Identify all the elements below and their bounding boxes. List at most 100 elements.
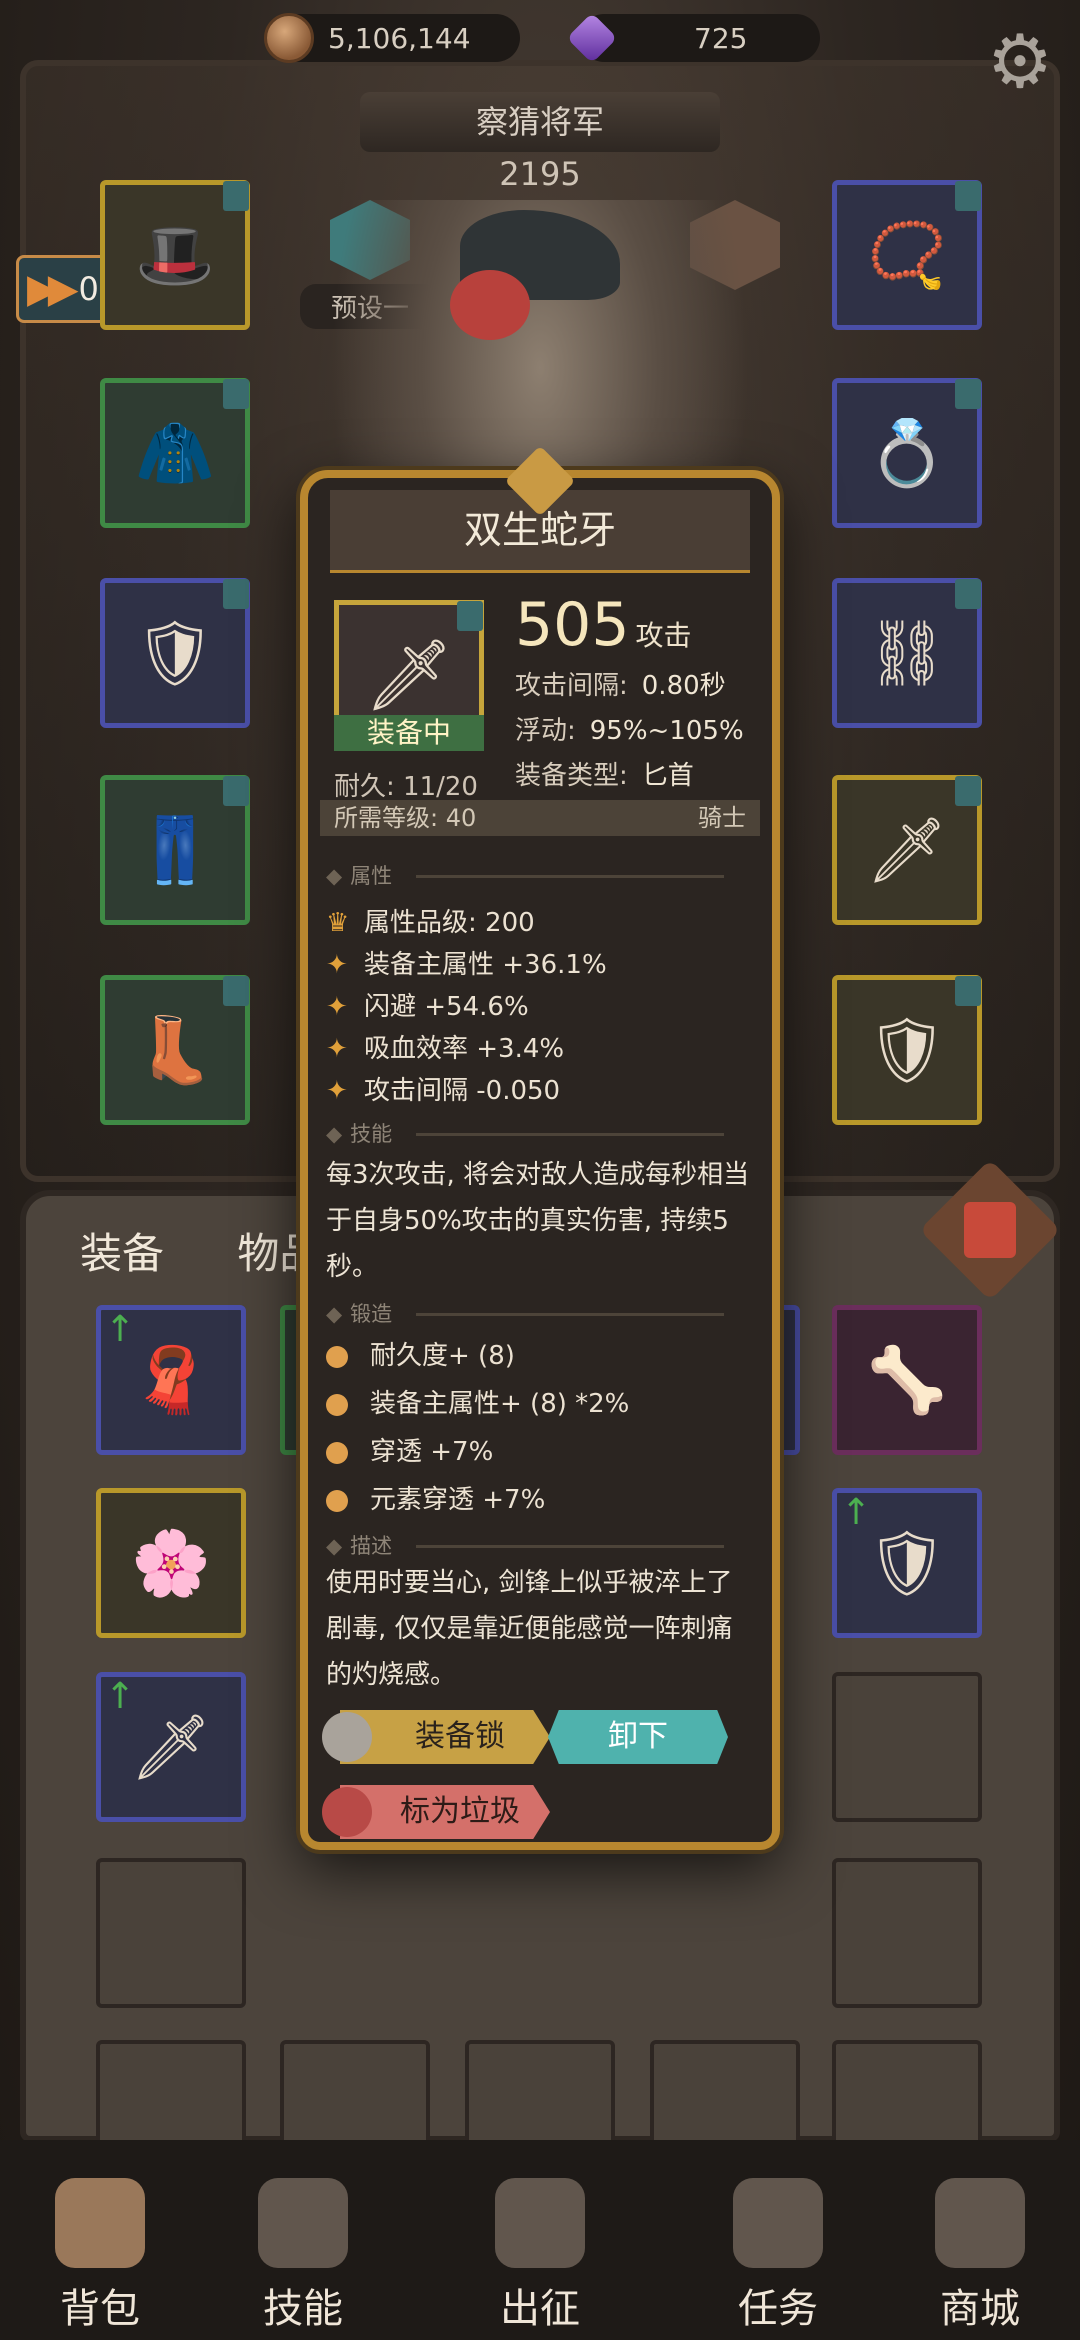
lock-icon — [322, 1712, 372, 1762]
gem-counter: 725 — [566, 12, 820, 64]
top-bar: 5,106,144 725 ⚙ — [0, 8, 1080, 102]
forge-row: 装备主属性+ (8) *2% — [326, 1383, 629, 1420]
equip-slot-armor[interactable]: 🧥 — [100, 378, 250, 528]
forge-row: 元素穿透 +7% — [326, 1479, 545, 1516]
pauldron-icon: 🛡 — [866, 1526, 948, 1601]
tier-badge — [955, 379, 981, 409]
equip-slot-ring[interactable]: 💍 — [832, 378, 982, 528]
stat-label: 攻击间隔: — [515, 671, 628, 701]
section-skill: 技能 — [326, 1118, 754, 1148]
item-detail-popup: 双生蛇牙 🗡 装备中 耐久: 11/20 505 攻击 攻击间隔: 0.80秒 浮动… — [300, 470, 780, 1850]
tier-badge — [955, 181, 981, 211]
tier-badge — [955, 776, 981, 806]
junk-bag-icon — [322, 1787, 372, 1837]
necklace-icon: 📿 — [867, 218, 947, 293]
crown-icon: ♛ — [326, 908, 350, 938]
attack-value: 505 — [515, 590, 630, 660]
coin-icon — [264, 13, 314, 63]
stat-value: 0.80秒 — [641, 671, 726, 701]
section-forge: 锻造 — [326, 1298, 754, 1328]
nav-skills[interactable]: 技能 — [228, 2178, 378, 2340]
inventory-slot[interactable]: 🌸 — [96, 1488, 246, 1638]
inventory-slot-empty[interactable] — [96, 1858, 246, 2008]
sparkle-icon: ✦ — [326, 1034, 348, 1064]
fast-forward-icon: ▶▶ — [27, 266, 78, 312]
forge-text: 装备主属性+ (8) *2% — [370, 1389, 630, 1419]
sword-icon: 🗡 — [130, 1710, 212, 1785]
attribute-text: 闪避 +54.6% — [364, 992, 529, 1022]
required-level: 所需等级: 40 — [334, 804, 477, 832]
equip-slot-belt[interactable]: ⛓ — [832, 578, 982, 728]
tier-badge — [223, 579, 249, 609]
helmet-icon: 🎩 — [135, 218, 215, 293]
shop-icon — [935, 2178, 1025, 2268]
skill-description: 每3次攻击, 将会对敌人造成每秒相当于自身50%攻击的真实伤害, 持续5秒。 — [326, 1160, 750, 1282]
nav-quests[interactable]: 任务 — [703, 2178, 853, 2340]
upgrade-arrow-icon: ↑ — [105, 1309, 136, 1350]
inventory-slot[interactable]: ↑ 🛡 — [832, 1488, 982, 1638]
equip-slot-weapon[interactable]: 🗡 — [832, 775, 982, 925]
coin-counter: 5,106,144 — [264, 13, 520, 63]
nav-label: 任务 — [738, 2286, 818, 2332]
stat-attack-interval: 攻击间隔: 0.80秒 — [515, 665, 726, 702]
attribute-row: ✦ 攻击间隔 -0.050 — [326, 1070, 560, 1107]
quest-icon — [733, 2178, 823, 2268]
chain-icon: ⛓ — [866, 616, 948, 691]
forge-text: 元素穿透 +7% — [370, 1485, 546, 1515]
equip-slot-offhand[interactable]: 🛡 — [832, 975, 982, 1125]
attribute-row: ✦ 装备主属性 +36.1% — [326, 944, 607, 981]
equip-slot-necklace[interactable]: 📿 — [832, 180, 982, 330]
stat-label: 装备类型: — [515, 761, 628, 791]
equip-slot-pants[interactable]: 👖 — [100, 775, 250, 925]
forge-row: 穿透 +7% — [326, 1431, 493, 1468]
nav-expedition[interactable]: 出征 — [465, 2178, 615, 2340]
requirement-bar: 所需等级: 40 骑士 — [320, 800, 760, 836]
inventory-slot[interactable]: 🦴 — [832, 1305, 982, 1455]
sparkle-icon: ✦ — [326, 1076, 348, 1106]
attack-label: 攻击 — [635, 619, 692, 652]
forge-row: 耐久度+ (8) — [326, 1335, 515, 1372]
unequip-button[interactable]: 卸下 — [548, 1710, 728, 1764]
dagger-icon: 🗡 — [866, 813, 948, 888]
equip-slot-boots[interactable]: 👢 — [100, 975, 250, 1125]
power-value: 2195 — [499, 155, 581, 193]
section-description: 描述 — [326, 1530, 754, 1560]
flavor-text: 使用时要当心, 剑锋上似乎被淬上了剧毒, 仅仅是靠近便能感觉一阵刺痛的灼烧感。 — [326, 1568, 733, 1690]
twin-dagger-icon: 🗡 — [364, 633, 454, 716]
attribute-text: 攻击间隔 -0.050 — [364, 1076, 561, 1106]
character-title: 察猜将军 — [360, 92, 720, 152]
tab-equipment[interactable]: 装备 — [80, 1229, 164, 1278]
equip-slot-gloves[interactable]: 🛡 — [100, 578, 250, 728]
section-attributes: 属性 — [326, 860, 754, 890]
attack-stat: 505 攻击 — [515, 590, 692, 660]
inventory-slot-empty[interactable] — [832, 1858, 982, 2008]
attribute-row: ✦ 吸血效率 +3.4% — [326, 1028, 564, 1065]
tier-badge — [223, 976, 249, 1006]
nav-backpack[interactable]: 背包 — [25, 2178, 175, 2340]
inventory-slot-empty[interactable] — [832, 1672, 982, 1822]
stat-label: 浮动: — [515, 716, 576, 746]
upgrade-arrow-icon: ↑ — [841, 1492, 872, 1533]
shield-icon: 🛡 — [866, 1013, 948, 1088]
inventory-slot[interactable]: ↑ 🗡 — [96, 1672, 246, 1822]
ring-icon: 💍 — [867, 416, 947, 491]
stat-value: 匕首 — [641, 761, 694, 791]
required-class: 骑士 — [698, 804, 746, 832]
attribute-row: ✦ 闪避 +54.6% — [326, 986, 529, 1023]
durability-text: 耐久: 11/20 — [334, 772, 478, 802]
orb-icon — [326, 1489, 348, 1512]
attribute-grade: ♛ 属性品级: 200 — [326, 902, 535, 939]
tier-badge — [955, 976, 981, 1006]
inventory-slot[interactable]: ↑ 🧣 — [96, 1305, 246, 1455]
coin-amount: 5,106,144 — [328, 21, 471, 55]
armor-icon: 🧥 — [135, 416, 215, 491]
upgrade-arrow-icon: ↑ — [105, 1676, 136, 1717]
sparkle-icon: ✦ — [326, 992, 348, 1022]
backpack-icon — [55, 2178, 145, 2268]
nav-shop[interactable]: 商城 — [905, 2178, 1055, 2340]
bottom-nav: 背包 技能 出征 任务 商城 — [0, 2140, 1080, 2340]
equip-slot-helmet[interactable]: 🎩 — [100, 180, 250, 330]
forge-text: 耐久度+ (8) — [370, 1341, 515, 1371]
settings-gear-icon[interactable]: ⚙ — [980, 22, 1060, 102]
attribute-text: 吸血效率 +3.4% — [364, 1034, 565, 1064]
